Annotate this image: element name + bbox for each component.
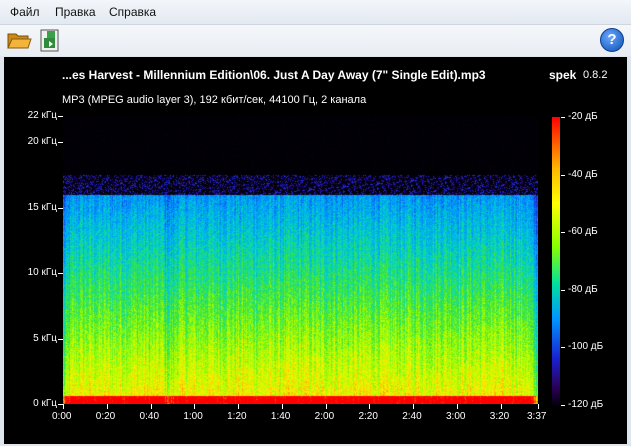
colorbar-tick-mark	[561, 347, 565, 349]
time-tick-mark	[325, 404, 327, 409]
colorbar-tick-label: -100 дБ	[568, 341, 604, 353]
freq-tick-mark	[58, 142, 63, 144]
help-icon: ?	[607, 31, 617, 48]
spectrogram-plot	[63, 116, 538, 404]
time-tick-mark	[281, 404, 283, 409]
app-name: spek	[549, 68, 577, 82]
colorbar-tick-label: -120 дБ	[568, 399, 604, 410]
spectrogram-canvas: ...es Harvest - Millennium Edition\06. J…	[4, 57, 627, 444]
time-tick-label: 3:37	[527, 411, 547, 422]
time-tick-label: 2:40	[402, 411, 422, 422]
freq-tick-mark	[58, 116, 63, 117]
colorbar-tick-label: -80 дБ	[568, 283, 598, 295]
freq-tick-label: 0 кГц	[33, 398, 57, 409]
freq-tick-mark	[58, 207, 63, 209]
colorbar-tick-mark	[561, 232, 565, 234]
colorbar-tick-label: -40 дБ	[568, 168, 598, 180]
colorbar-tick-mark	[561, 405, 565, 406]
menu-edit[interactable]: Правка	[55, 5, 96, 19]
spectrogram-image	[63, 116, 538, 404]
menu-file[interactable]: Файл	[10, 5, 40, 19]
time-tick-mark	[500, 404, 502, 409]
time-tick-mark	[413, 404, 415, 409]
time-tick-label: 1:40	[270, 411, 291, 422]
colorbar-tick-label: -20 дБ	[568, 111, 598, 122]
freq-tick-mark	[58, 273, 63, 275]
colorbar-tick-mark	[561, 174, 565, 176]
format-info: MP3 (MPEG audio layer 3), 192 кбит/сек, …	[62, 94, 367, 106]
menu-help[interactable]: Справка	[109, 5, 156, 19]
open-button[interactable]	[6, 27, 32, 53]
time-tick-mark	[238, 404, 240, 409]
file-title: ...es Harvest - Millennium Edition\06. J…	[62, 68, 486, 82]
freq-tick-mark	[58, 338, 63, 340]
time-tick-label: 2:20	[358, 411, 378, 422]
save-button[interactable]	[37, 27, 63, 53]
menu-bar: Файл Правка Справка	[0, 0, 631, 25]
time-tick-label: 3:00	[446, 411, 466, 422]
time-tick-mark	[369, 404, 371, 409]
help-button[interactable]: ?	[600, 28, 624, 52]
time-tick-mark	[63, 404, 64, 409]
freq-tick-label: 22 кГц	[27, 110, 57, 121]
freq-tick-label: 5 кГц	[33, 332, 57, 344]
time-tick-label: 1:20	[227, 411, 247, 422]
app-version: 0.8.2	[583, 69, 608, 81]
colorbar	[552, 117, 560, 405]
time-tick-label: 0:40	[139, 411, 160, 422]
freq-tick-label: 10 кГц	[27, 267, 57, 279]
toolbar: ?	[0, 25, 631, 56]
colorbar-tick-mark	[561, 289, 565, 291]
time-tick-mark	[106, 404, 108, 409]
time-tick-mark	[150, 404, 152, 409]
save-icon	[40, 29, 59, 52]
time-tick-mark	[194, 404, 196, 409]
time-tick-label: 2:00	[314, 411, 335, 422]
time-tick-label: 0:20	[95, 411, 116, 422]
freq-tick-label: 15 кГц	[27, 201, 57, 213]
time-tick-label: 1:00	[183, 411, 203, 422]
time-tick-mark	[457, 404, 458, 409]
colorbar-tick-mark	[561, 117, 565, 118]
folder-open-icon	[7, 33, 32, 49]
time-tick-mark	[538, 404, 539, 409]
time-tick-label: 0:00	[52, 411, 72, 422]
colorbar-tick-label: -60 дБ	[568, 226, 598, 238]
freq-tick-label: 20 кГц	[27, 136, 57, 148]
time-tick-label: 3:20	[489, 411, 510, 422]
